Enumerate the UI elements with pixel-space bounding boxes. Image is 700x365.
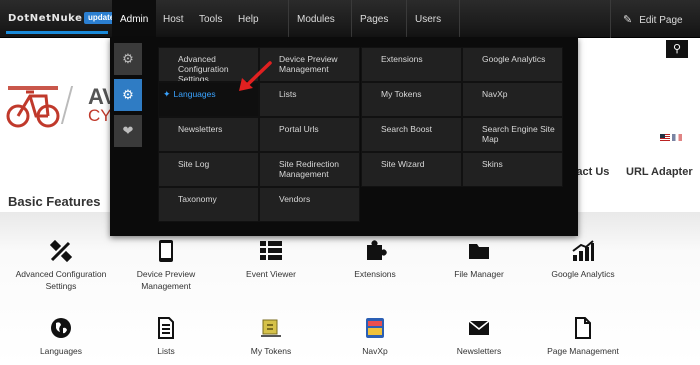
menu-item-google-analytics[interactable]: Google Analytics	[462, 47, 563, 82]
nav-tools[interactable]: Tools	[191, 0, 230, 38]
modules-label: Modules	[297, 14, 335, 25]
pencil-icon: ✎	[623, 14, 633, 26]
red-arrow-icon	[239, 61, 272, 91]
edit-page-label: Edit Page	[639, 15, 683, 26]
brand-divider	[60, 86, 74, 124]
feature-languages[interactable]: Languages	[6, 316, 116, 357]
nav-host[interactable]: Host	[155, 0, 192, 38]
feature-label: Extensions	[354, 269, 396, 279]
feature-label: Languages	[39, 346, 83, 356]
feature-event-viewer[interactable]: Event Viewer	[216, 239, 326, 280]
feature-label: Newsletters	[456, 346, 502, 356]
feature-my-tokens[interactable]: My Tokens	[216, 316, 326, 357]
folder-icon	[469, 244, 489, 259]
menu-item-my-tokens[interactable]: My Tokens	[361, 82, 462, 117]
admin-mega-menu: ⚙ ⚙ ❤ Advanced Configuration Settings De…	[110, 37, 578, 236]
menu-item-portal-urls[interactable]: Portal Urls	[259, 117, 360, 152]
feature-label: NavXp	[362, 346, 388, 356]
settings-gear-icon[interactable]: ⚙	[114, 43, 142, 75]
users-dropdown[interactable]: Users	[406, 0, 460, 62]
tools-icon	[49, 239, 73, 263]
menu-item-lists[interactable]: Lists	[259, 82, 360, 117]
pages-dropdown[interactable]: Pages	[351, 0, 406, 62]
menu-item-newsletters[interactable]: Newsletters	[158, 117, 259, 152]
feature-lists[interactable]: Lists	[111, 316, 221, 357]
feature-label: File Manager	[454, 269, 504, 279]
feature-label: Device Preview Management	[136, 269, 196, 291]
users-label: Users	[415, 14, 442, 25]
language-flags	[660, 134, 684, 143]
menu-item-extensions[interactable]: Extensions	[361, 47, 462, 82]
nav-help[interactable]: Help	[230, 0, 267, 38]
logo-underline	[6, 31, 108, 34]
feature-device-preview[interactable]: Device Preview Management	[111, 239, 221, 292]
control-bar: DotNetNuke update Admin Host Tools Help …	[0, 0, 700, 62]
list-icon	[260, 241, 282, 260]
bicycle-logo-icon	[6, 86, 60, 128]
search-button[interactable]: ⚲	[666, 40, 688, 58]
feature-label: Event Viewer	[246, 269, 296, 279]
menu-item-site-wizard[interactable]: Site Wizard	[361, 152, 462, 187]
search-icon: ⚲	[672, 43, 682, 55]
feature-label: Advanced Configuration Settings	[15, 269, 107, 291]
feature-navxp[interactable]: NavXp	[320, 316, 430, 357]
menu-item-search-engine-sitemap[interactable]: Search Engine Site Map	[462, 117, 563, 152]
modules-dropdown[interactable]: Modules	[288, 0, 351, 62]
menu-item-label: Languages	[173, 89, 216, 99]
pin-icon[interactable]: ❤	[114, 115, 142, 147]
menu-item-navxp[interactable]: NavXp	[462, 82, 563, 117]
nav-url-adapter[interactable]: URL Adapter	[626, 166, 693, 178]
menu-item-skins[interactable]: Skins	[462, 152, 563, 187]
tablet-icon	[159, 240, 173, 262]
languages-icon: ✦	[163, 89, 171, 99]
feature-google-analytics[interactable]: Google Analytics	[528, 239, 638, 280]
advanced-gears-icon[interactable]: ⚙	[114, 79, 142, 111]
document-list-icon	[158, 317, 174, 339]
envelope-icon	[468, 320, 490, 335]
logo-text: DotNetNuke	[8, 13, 83, 24]
feature-extensions[interactable]: Extensions	[320, 239, 430, 280]
fr-flag-icon[interactable]	[672, 134, 682, 141]
pages-label: Pages	[360, 14, 389, 25]
feature-newsletters[interactable]: Newsletters	[424, 316, 534, 357]
feature-label: Google Analytics	[551, 269, 615, 279]
menu-item-device-preview[interactable]: Device Preview Management	[259, 47, 360, 82]
admin-menu-sidebar: ⚙ ⚙ ❤	[114, 43, 146, 151]
features-title: Basic Features	[8, 194, 101, 209]
puzzle-icon	[367, 240, 387, 260]
menu-item-vendors[interactable]: Vendors	[259, 187, 360, 222]
us-flag-icon[interactable]	[660, 134, 670, 141]
tokens-icon	[261, 319, 281, 337]
brand-name-line2: CY	[88, 106, 112, 125]
feature-file-manager[interactable]: File Manager	[424, 239, 534, 280]
edit-page-button[interactable]: ✎ Edit Page	[610, 0, 700, 38]
feature-advanced-configuration[interactable]: Advanced Configuration Settings	[6, 239, 116, 292]
page-icon	[575, 317, 591, 339]
globe-icon	[51, 318, 71, 338]
menu-item-taxonomy[interactable]: Taxonomy	[158, 187, 259, 222]
feature-label: Lists	[157, 346, 175, 356]
navxp-icon	[366, 318, 384, 338]
menu-item-search-boost[interactable]: Search Boost	[361, 117, 462, 152]
menu-item-site-redirection[interactable]: Site Redirection Management	[259, 152, 360, 187]
menu-item-site-log[interactable]: Site Log	[158, 152, 259, 187]
feature-page-management[interactable]: Page Management	[528, 316, 638, 357]
analytics-icon	[572, 240, 594, 261]
feature-label: Page Management	[547, 346, 619, 356]
nav-admin[interactable]: Admin	[112, 0, 157, 38]
feature-label: My Tokens	[250, 346, 292, 356]
dnn-logo[interactable]: DotNetNuke update	[6, 9, 119, 35]
